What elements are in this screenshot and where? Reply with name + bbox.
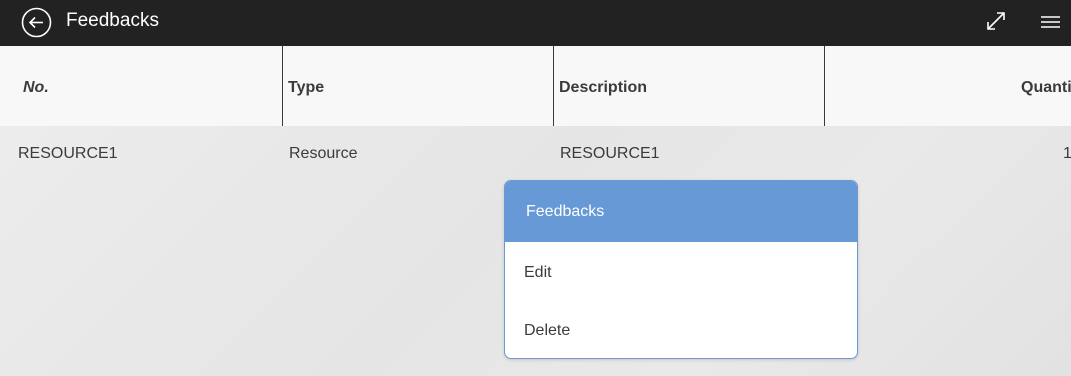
back-arrow-circle-icon	[21, 7, 52, 38]
cell-quantity: 1.	[1063, 145, 1071, 162]
app-top-bar: Feedbacks	[0, 0, 1071, 46]
back-button[interactable]	[21, 7, 52, 38]
expand-diagonal-icon	[987, 12, 1005, 30]
cell-no: RESOURCE1	[18, 145, 118, 162]
context-menu-popup: Feedbacks Edit Delete	[504, 180, 858, 359]
popup-title: Feedbacks	[526, 203, 605, 220]
page-title: Feedbacks	[66, 10, 159, 31]
menu-button[interactable]	[1040, 14, 1061, 30]
column-header-type[interactable]: Type	[288, 78, 324, 98]
hamburger-menu-icon	[1041, 16, 1060, 28]
column-divider[interactable]	[824, 46, 825, 126]
table-header: No. Type Description Quanti	[0, 46, 1071, 126]
column-header-quantity[interactable]: Quanti	[1021, 78, 1071, 98]
column-divider[interactable]	[282, 46, 283, 126]
cell-type: Resource	[289, 145, 358, 162]
column-header-description[interactable]: Description	[559, 78, 647, 98]
delete-label: Delete	[524, 322, 571, 339]
delete-menu-item[interactable]: Delete	[505, 303, 857, 358]
edit-label: Edit	[524, 264, 552, 281]
column-divider[interactable]	[553, 46, 554, 126]
popup-header: Feedbacks	[505, 181, 857, 242]
cell-description: RESOURCE1	[560, 145, 660, 162]
edit-menu-item[interactable]: Edit	[505, 245, 857, 301]
expand-button[interactable]	[985, 10, 1007, 32]
column-header-no[interactable]: No.	[23, 78, 49, 98]
